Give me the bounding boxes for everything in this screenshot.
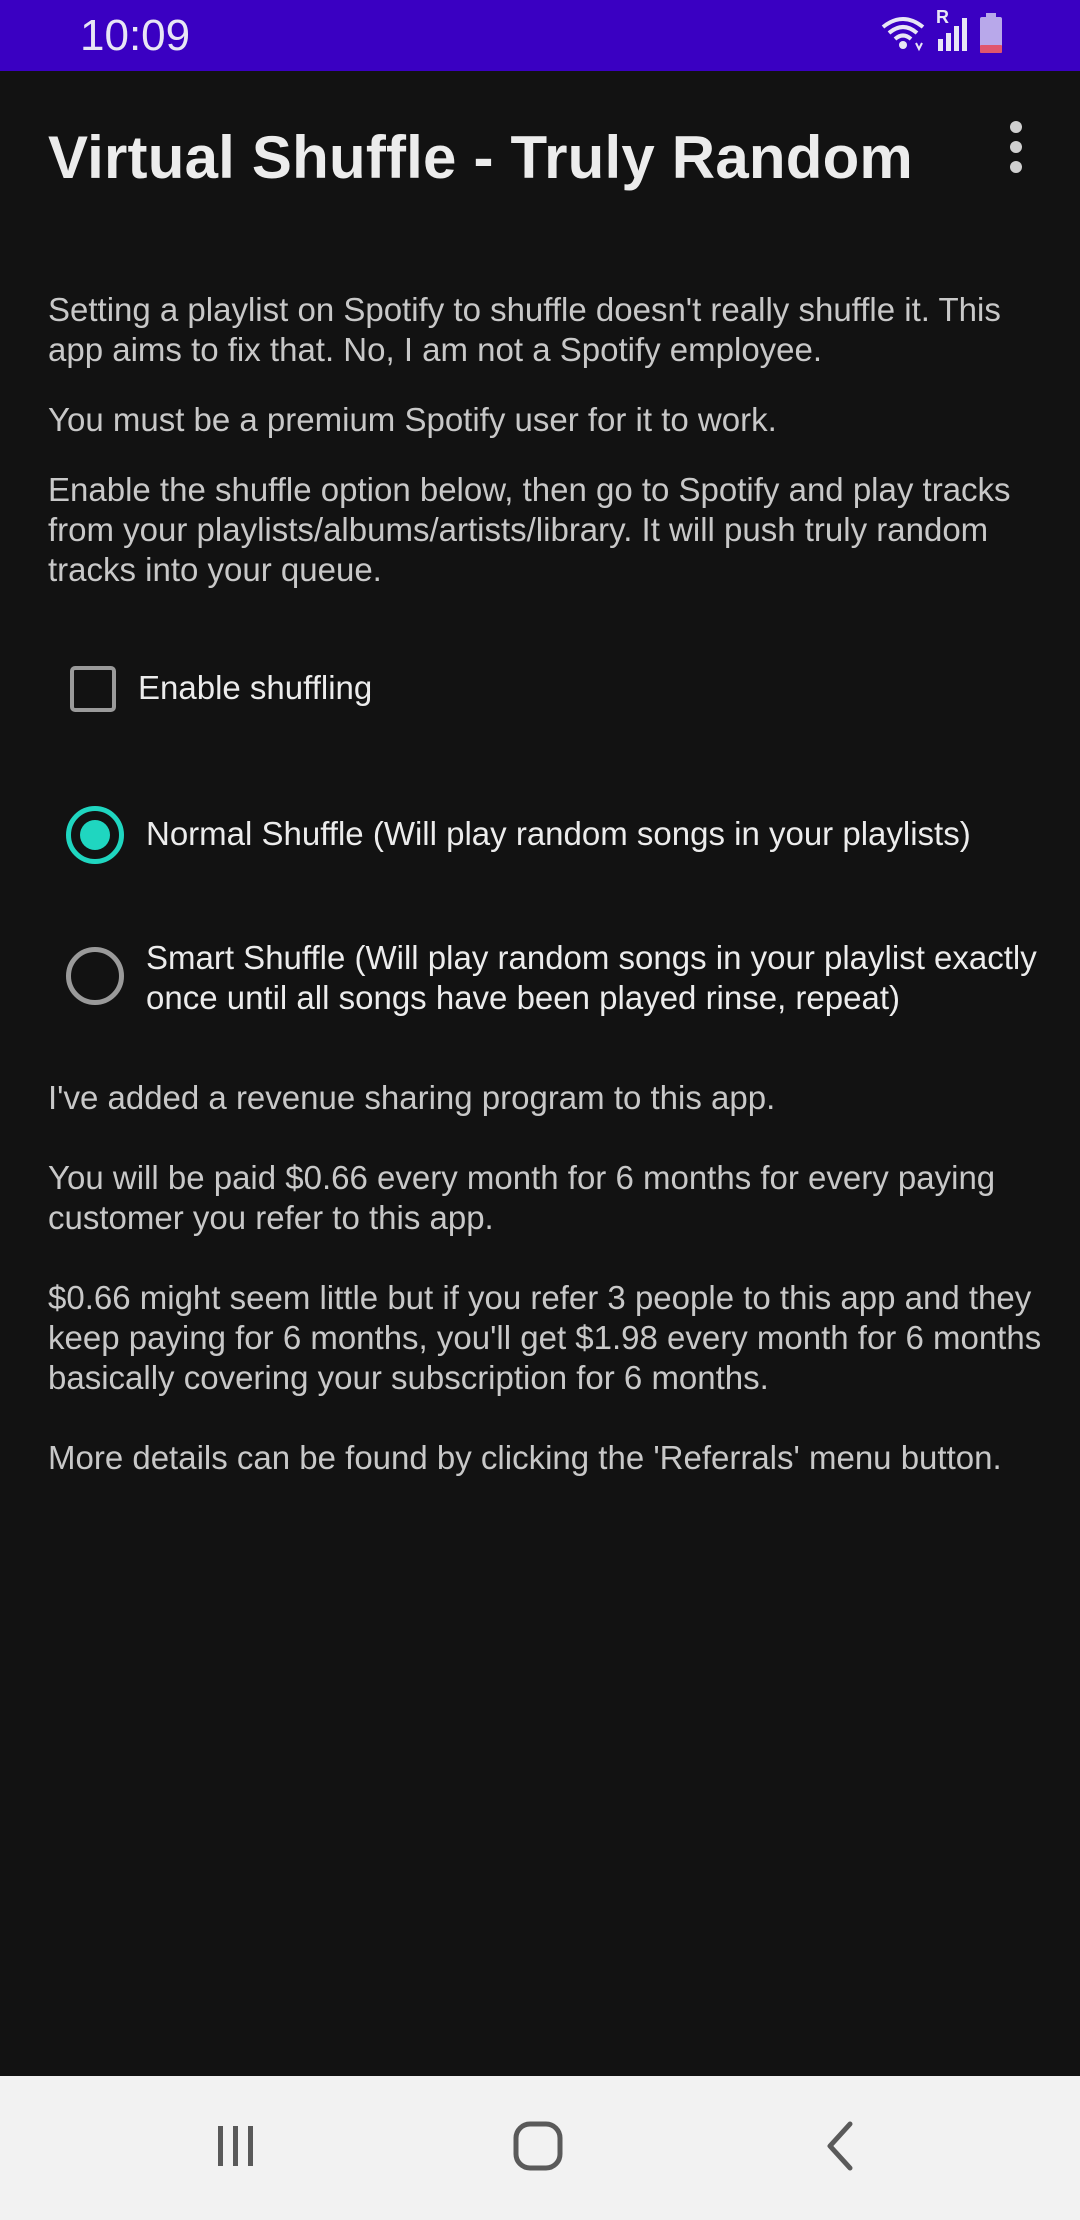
signal-icon: R: [934, 7, 970, 58]
battery-icon: [978, 13, 1004, 58]
smart-shuffle-radio[interactable]: Smart Shuffle (Will play random songs in…: [66, 938, 1066, 1018]
enable-shuffling-checkbox[interactable]: Enable shuffling: [64, 664, 372, 712]
back-icon: [820, 2120, 860, 2177]
referral-paragraph-4: More details can be found by clicking th…: [48, 1439, 1002, 1476]
checkbox-box[interactable]: [70, 666, 116, 712]
referral-section: I've added a revenue sharing program to …: [48, 1078, 1048, 1518]
more-vert-icon: [1008, 120, 1024, 178]
status-time: 10:09: [80, 11, 191, 60]
smart-shuffle-label: Smart Shuffle (Will play random songs in…: [146, 939, 1037, 1016]
recent-apps-button[interactable]: [196, 2112, 276, 2184]
intro-paragraph-3: Enable the shuffle option below, then go…: [48, 471, 1011, 588]
recent-apps-icon: [212, 2122, 260, 2175]
roaming-label: R: [936, 7, 949, 27]
radio-button-unselected[interactable]: [66, 947, 124, 1005]
normal-shuffle-label: Normal Shuffle (Will play random songs i…: [146, 815, 971, 852]
radio-dot: [80, 820, 110, 850]
wifi-icon: [880, 13, 926, 58]
home-icon: [512, 2120, 564, 2177]
app-title: Virtual Shuffle - Truly Random: [48, 124, 913, 191]
app-bar: Virtual Shuffle - Truly Random: [0, 71, 1080, 245]
normal-shuffle-radio[interactable]: Normal Shuffle (Will play random songs i…: [66, 806, 1046, 864]
referral-paragraph-1: I've added a revenue sharing program to …: [48, 1079, 776, 1116]
intro-section: Setting a playlist on Spotify to shuffle…: [48, 290, 1044, 620]
referral-paragraph-2: You will be paid $0.66 every month for 6…: [48, 1159, 996, 1236]
back-button[interactable]: [800, 2112, 880, 2184]
status-icons: R: [880, 7, 1004, 58]
intro-paragraph-1: Setting a playlist on Spotify to shuffle…: [48, 291, 1001, 368]
home-button[interactable]: [498, 2112, 578, 2184]
navigation-bar: [0, 2076, 1080, 2220]
status-bar: 10:09 R: [0, 0, 1080, 71]
overflow-menu-button[interactable]: [982, 115, 1050, 183]
enable-shuffling-label: Enable shuffling: [138, 669, 373, 706]
intro-paragraph-2: You must be a premium Spotify user for i…: [48, 401, 777, 438]
referral-paragraph-3: $0.66 might seem little but if you refer…: [48, 1279, 1042, 1396]
radio-button-selected[interactable]: [66, 806, 124, 864]
